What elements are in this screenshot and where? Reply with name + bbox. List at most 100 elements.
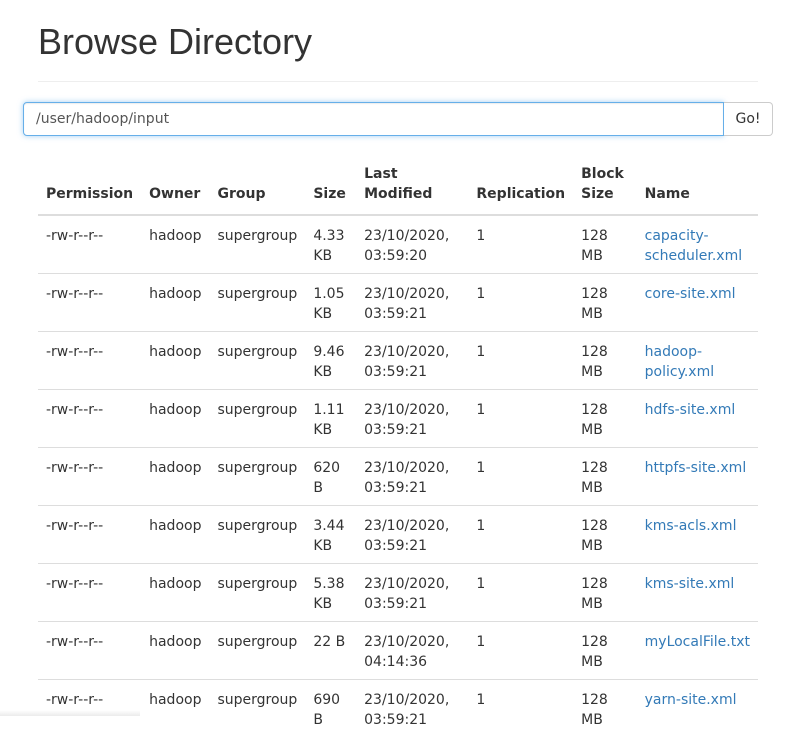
column-header-permission[interactable]: Permission: [38, 160, 141, 215]
cell-owner: hadoop: [141, 680, 209, 737]
table-row: -rw-r--r-- hadoop supergroup 620 B 23/10…: [38, 448, 758, 506]
cell-replication: 1: [468, 680, 573, 737]
cell-group: supergroup: [209, 215, 305, 274]
file-name-link[interactable]: kms-site.xml: [645, 576, 735, 592]
cell-owner: hadoop: [141, 215, 209, 274]
cell-block-size: 128 MB: [573, 506, 637, 564]
cell-block-size: 128 MB: [573, 680, 637, 737]
cell-owner: hadoop: [141, 274, 209, 332]
cell-group: supergroup: [209, 274, 305, 332]
cell-size: 3.44 KB: [305, 506, 356, 564]
cell-block-size: 128 MB: [573, 622, 637, 680]
cell-block-size: 128 MB: [573, 215, 637, 274]
cell-size: 9.46 KB: [305, 332, 356, 390]
cell-name: hdfs-site.xml: [637, 390, 758, 448]
cell-block-size: 128 MB: [573, 390, 637, 448]
file-name-link[interactable]: core-site.xml: [645, 286, 736, 302]
cell-last-modified: 23/10/2020, 03:59:21: [356, 390, 468, 448]
path-bar: Go!: [23, 102, 773, 136]
cell-size: 5.38 KB: [305, 564, 356, 622]
cell-owner: hadoop: [141, 622, 209, 680]
cell-group: supergroup: [209, 622, 305, 680]
cell-name: yarn-site.xml: [637, 680, 758, 737]
column-header-replication[interactable]: Replication: [468, 160, 573, 215]
cell-group: supergroup: [209, 564, 305, 622]
cell-owner: hadoop: [141, 332, 209, 390]
cell-last-modified: 23/10/2020, 03:59:20: [356, 215, 468, 274]
cell-group: supergroup: [209, 332, 305, 390]
title-divider: [38, 81, 758, 82]
cell-last-modified: 23/10/2020, 04:14:36: [356, 622, 468, 680]
table-row: -rw-r--r-- hadoop supergroup 9.46 KB 23/…: [38, 332, 758, 390]
file-name-link[interactable]: kms-acls.xml: [645, 518, 737, 534]
file-name-link[interactable]: capacity-scheduler.xml: [645, 228, 742, 264]
cell-permission: -rw-r--r--: [38, 506, 141, 564]
cell-permission: -rw-r--r--: [38, 448, 141, 506]
cell-owner: hadoop: [141, 448, 209, 506]
file-name-link[interactable]: myLocalFile.txt: [645, 634, 750, 650]
cell-last-modified: 23/10/2020, 03:59:21: [356, 332, 468, 390]
cell-name: kms-site.xml: [637, 564, 758, 622]
cell-name: core-site.xml: [637, 274, 758, 332]
cell-group: supergroup: [209, 506, 305, 564]
cell-replication: 1: [468, 332, 573, 390]
file-name-link[interactable]: hdfs-site.xml: [645, 402, 736, 418]
cell-group: supergroup: [209, 390, 305, 448]
table-row: -rw-r--r-- hadoop supergroup 1.11 KB 23/…: [38, 390, 758, 448]
cell-permission: -rw-r--r--: [38, 622, 141, 680]
table-row: -rw-r--r-- hadoop supergroup 690 B 23/10…: [38, 680, 758, 737]
cell-last-modified: 23/10/2020, 03:59:21: [356, 274, 468, 332]
column-header-block-size[interactable]: Block Size: [573, 160, 637, 215]
cell-owner: hadoop: [141, 390, 209, 448]
table-row: -rw-r--r-- hadoop supergroup 4.33 KB 23/…: [38, 215, 758, 274]
cell-size: 1.11 KB: [305, 390, 356, 448]
cell-owner: hadoop: [141, 506, 209, 564]
cell-replication: 1: [468, 215, 573, 274]
cell-name: hadoop-policy.xml: [637, 332, 758, 390]
column-header-size[interactable]: Size: [305, 160, 356, 215]
go-button[interactable]: Go!: [724, 102, 773, 136]
cell-group: supergroup: [209, 448, 305, 506]
cell-size: 22 B: [305, 622, 356, 680]
cell-replication: 1: [468, 622, 573, 680]
directory-listing-table: Permission Owner Group Size Last Modifie…: [38, 160, 758, 737]
cell-group: supergroup: [209, 680, 305, 737]
cell-last-modified: 23/10/2020, 03:59:21: [356, 448, 468, 506]
cell-block-size: 128 MB: [573, 448, 637, 506]
cell-block-size: 128 MB: [573, 274, 637, 332]
column-header-owner[interactable]: Owner: [141, 160, 209, 215]
cell-owner: hadoop: [141, 564, 209, 622]
cell-permission: -rw-r--r--: [38, 680, 141, 737]
scroll-shadow: [0, 710, 140, 716]
cell-name: kms-acls.xml: [637, 506, 758, 564]
column-header-last-modified[interactable]: Last Modified: [356, 160, 468, 215]
page-title: Browse Directory: [38, 18, 312, 66]
directory-path-input[interactable]: [23, 102, 724, 136]
cell-permission: -rw-r--r--: [38, 215, 141, 274]
cell-permission: -rw-r--r--: [38, 274, 141, 332]
cell-size: 690 B: [305, 680, 356, 737]
table-row: -rw-r--r-- hadoop supergroup 22 B 23/10/…: [38, 622, 758, 680]
column-header-group[interactable]: Group: [209, 160, 305, 215]
cell-replication: 1: [468, 506, 573, 564]
cell-permission: -rw-r--r--: [38, 332, 141, 390]
table-row: -rw-r--r-- hadoop supergroup 3.44 KB 23/…: [38, 506, 758, 564]
cell-last-modified: 23/10/2020, 03:59:21: [356, 506, 468, 564]
cell-name: httpfs-site.xml: [637, 448, 758, 506]
table-header-row: Permission Owner Group Size Last Modifie…: [38, 160, 758, 215]
table-row: -rw-r--r-- hadoop supergroup 5.38 KB 23/…: [38, 564, 758, 622]
cell-block-size: 128 MB: [573, 332, 637, 390]
cell-permission: -rw-r--r--: [38, 390, 141, 448]
column-header-name[interactable]: Name: [637, 160, 758, 215]
cell-block-size: 128 MB: [573, 564, 637, 622]
cell-last-modified: 23/10/2020, 03:59:21: [356, 564, 468, 622]
file-name-link[interactable]: httpfs-site.xml: [645, 460, 747, 476]
cell-replication: 1: [468, 274, 573, 332]
cell-replication: 1: [468, 448, 573, 506]
file-name-link[interactable]: yarn-site.xml: [645, 692, 737, 708]
file-name-link[interactable]: hadoop-policy.xml: [645, 344, 714, 380]
cell-size: 1.05 KB: [305, 274, 356, 332]
cell-name: myLocalFile.txt: [637, 622, 758, 680]
table-row: -rw-r--r-- hadoop supergroup 1.05 KB 23/…: [38, 274, 758, 332]
cell-replication: 1: [468, 564, 573, 622]
